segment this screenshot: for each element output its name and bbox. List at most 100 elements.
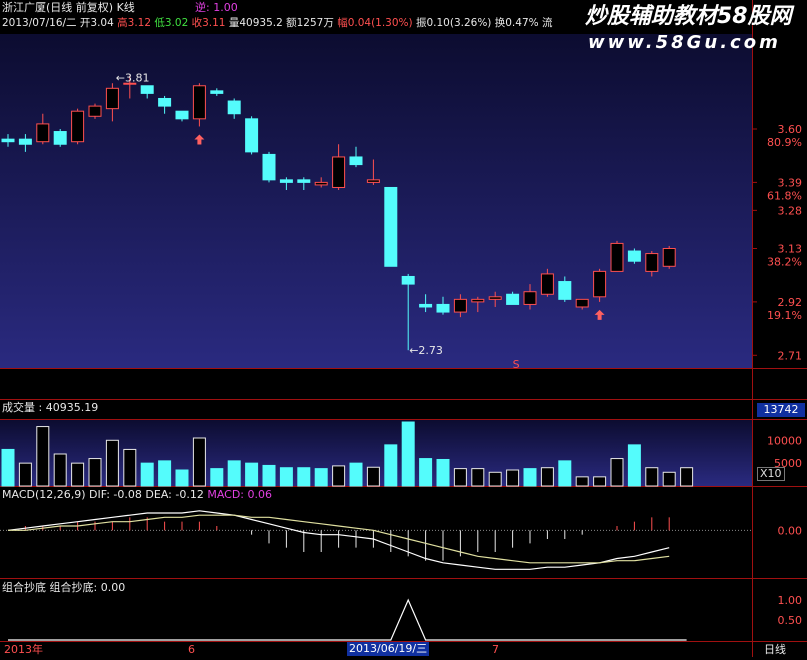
combo-y-label: 1.00 [778,594,803,607]
volume-bar [71,462,85,487]
volume-bar [175,469,189,487]
quote-amount: 1257万 [296,17,334,29]
volume-bar [627,444,641,487]
candle-body [436,303,450,313]
quote-open: 3.04 [90,17,114,29]
y-tick-label: 3.60 [778,123,803,136]
candle-body [140,85,154,94]
volume-title: 成交量 : 40935.19 [2,401,99,414]
volume-bar [593,476,607,487]
candle-body [488,296,502,300]
x-label-year: 2013年 [4,643,43,656]
candle [593,268,607,302]
combo-signal-line [8,598,687,641]
volume-bar [227,460,241,487]
candle [610,240,624,272]
candle-body [297,179,311,183]
candle-body [506,293,520,305]
candle-body [175,110,189,120]
macd-title-bar: MACD(12,26,9) DIF: -0.08 DEA: -0.12 MACD… [2,488,272,502]
candle [88,103,102,119]
period-label[interactable]: 日线 [764,643,786,657]
combo-title-bar: 组合抄底 组合抄底: 0.00 [2,581,125,595]
y-tick-label: 3.28 [778,204,803,217]
volume-value: 40935.19 [45,401,99,414]
candle [71,108,85,145]
volume-bar [523,468,537,487]
quote-low: 3.02 [164,17,189,29]
candle-body [453,298,467,313]
chart-title: 浙江广厦(日线 前复权) K线 [2,1,135,14]
candle [662,245,676,269]
high-annotation: ←3.81 [116,72,150,85]
candle-body [227,100,241,115]
candle-body [332,156,346,188]
volume-current-box: 13742 [757,403,805,417]
candle-body [366,179,380,183]
combo-line [8,598,687,641]
candle-body [158,97,172,107]
candle-body [627,250,641,262]
y-tick-label: 2.92 [778,296,803,309]
volume-bar [88,458,102,487]
candle-body [523,291,537,305]
volume-bar [279,467,293,487]
right-axis-panel [752,0,807,657]
quote-close: 3.11 [202,17,226,29]
volume-bar [366,466,380,487]
candle-body [210,90,224,94]
candle [262,151,276,183]
candle-body [558,281,572,300]
macd-dif: DIF: -0.08 [89,488,142,501]
y-tick-pct: 38.2% [767,255,802,268]
quote-high: 3.12 [127,17,152,29]
candle-body [1,138,15,143]
quote-bar: 2013/07/16/二 开3.04 高3.12 低3.02 收3.11 量40… [2,17,553,29]
x-label-june: 6 [188,643,195,656]
volume-bar [436,458,450,487]
candle-body [279,179,293,183]
candle-body [401,275,415,285]
event-marker: S [513,358,520,371]
y-tick-label: 3.13 [778,242,803,255]
watermark-logo: 炒股辅助教材58股网 [585,4,792,29]
quote-date: 2013/07/16/二 [2,17,77,29]
volume-bar [453,468,467,487]
volume-bar [506,469,520,487]
volume-y-label: 10000 [767,434,802,447]
volume-bar [105,439,119,487]
volume-bar [158,460,172,487]
candle-body [575,298,589,308]
volume-bar [488,471,502,487]
volume-bar [36,426,50,487]
candle-body [645,253,659,272]
quote-turnover: 0.47% [505,17,539,29]
combo-value: 组合抄底: 0.00 [49,581,126,594]
low-annotation: ←2.73 [409,344,443,357]
y-tick-label: 2.71 [778,349,803,362]
volume-bar [575,476,589,487]
y-tick-pct: 61.8% [767,189,802,202]
volume-bar [297,467,311,487]
candle [627,248,641,264]
volume-bar [540,467,554,487]
candle-body [540,273,554,295]
stock-chart-svg[interactable]: ←3.81 ←2.73 S 3.6080.9% 3.3961.8% 3.28 3.1338… [0,0,807,657]
volume-bar [662,471,676,487]
macd-value: MACD: 0.06 [207,488,272,501]
volume-bar [645,467,659,487]
volume-bar [123,448,137,487]
volume-bar [401,421,415,487]
candle-body [384,186,398,267]
quote-change: 0.04(1.30%) [347,17,413,29]
candle [53,128,67,147]
volume-bar [210,468,224,487]
candle-body [314,181,328,186]
candle-body [349,156,363,166]
macd-y-label: 0.00 [778,524,803,537]
quote-volume: 40935.2 [239,17,283,29]
x-label-cursor-date: 2013/06/19/三 [347,642,430,656]
candle-body [245,118,259,153]
volume-bar [558,460,572,487]
volume-bar [192,437,206,487]
